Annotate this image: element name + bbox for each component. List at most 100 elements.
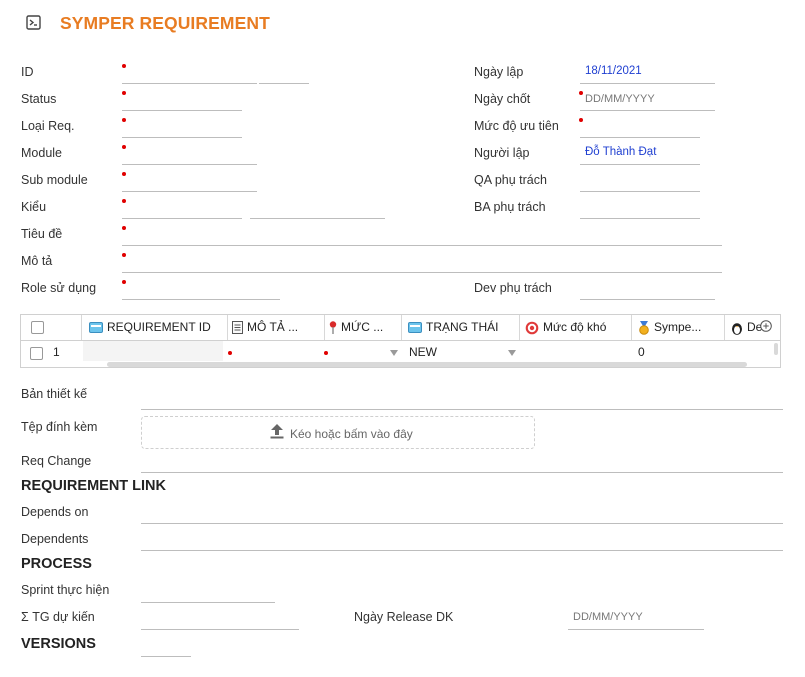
card-icon — [408, 322, 422, 334]
ba-field[interactable] — [580, 218, 700, 219]
chevron-down-icon[interactable] — [508, 350, 516, 356]
type-label: Loại Req. — [21, 119, 75, 133]
required-marker — [122, 226, 126, 230]
column-header-requirement-id[interactable]: REQUIREMENT ID — [89, 315, 225, 340]
closed-date-label: Ngày chốt — [474, 92, 531, 106]
required-marker — [122, 91, 126, 95]
submodule-field[interactable] — [122, 191, 257, 192]
module-field[interactable] — [122, 164, 257, 165]
dependents-field[interactable] — [141, 550, 783, 551]
card-icon — [89, 322, 103, 334]
kind-secondary-field[interactable] — [250, 218, 385, 219]
required-marker — [579, 91, 583, 95]
closed-date-placeholder[interactable]: DD/MM/YYYY — [585, 93, 655, 105]
target-icon — [525, 321, 539, 335]
upload-icon — [270, 424, 284, 439]
qa-label: QA phụ trách — [474, 173, 547, 187]
medal-icon — [639, 320, 649, 335]
required-marker — [324, 351, 328, 355]
description-label: Mô tả — [21, 254, 53, 268]
id-suffix-field[interactable] — [259, 83, 309, 84]
process-heading: PROCESS — [21, 556, 92, 572]
design-label: Bản thiết kế — [21, 387, 88, 401]
add-column-icon[interactable] — [760, 320, 772, 332]
priority-label: Mức độ ưu tiên — [474, 119, 559, 133]
column-header-symper[interactable]: Sympe... — [638, 315, 722, 340]
column-header-description[interactable]: MÔ TẢ ... — [232, 315, 324, 340]
created-date-value[interactable]: 18/11/2021 — [585, 65, 642, 77]
required-marker — [579, 118, 583, 122]
title-label: Tiêu đề — [21, 227, 63, 241]
creator-label: Người lập — [474, 146, 530, 160]
ba-label: BA phụ trách — [474, 200, 546, 214]
id-field[interactable] — [122, 83, 257, 84]
module-label: Module — [21, 146, 62, 160]
pin-icon — [329, 321, 337, 335]
req-change-field[interactable] — [141, 472, 783, 473]
creator-field[interactable] — [580, 164, 700, 165]
page-title: SYMPER REQUIREMENT — [60, 13, 270, 33]
dropzone-text: Kéo hoặc bấm vào đây — [290, 427, 413, 441]
required-marker — [122, 64, 126, 68]
id-label: ID — [21, 65, 34, 79]
requirement-link-heading: REQUIREMENT LINK — [21, 478, 166, 494]
versions-heading: VERSIONS — [21, 636, 96, 652]
note-icon — [232, 321, 243, 335]
release-date-field[interactable] — [568, 629, 704, 630]
priority-field[interactable] — [580, 137, 700, 138]
dependents-label: Dependents — [21, 532, 89, 546]
closed-date-field[interactable] — [580, 110, 715, 111]
status-label: Status — [21, 92, 57, 106]
penguin-icon — [732, 323, 742, 335]
horizontal-scrollbar[interactable] — [107, 362, 747, 367]
depends-on-field[interactable] — [141, 523, 783, 524]
dev-label: Dev phụ trách — [474, 281, 552, 295]
type-field[interactable] — [122, 137, 242, 138]
symper-cell[interactable]: 0 — [638, 341, 645, 363]
role-label: Role sử dụng — [21, 281, 97, 295]
required-marker — [122, 199, 126, 203]
column-header-priority[interactable]: MỨC ... — [329, 315, 401, 340]
status-cell[interactable]: NEW — [409, 341, 437, 363]
row-index: 1 — [53, 345, 60, 359]
description-field[interactable] — [122, 272, 722, 273]
title-field[interactable] — [122, 245, 722, 246]
requirement-id-cell[interactable] — [83, 341, 223, 361]
requirement-table: REQUIREMENT ID MÔ TẢ ... MỨC ... TRẠNG T… — [20, 314, 781, 368]
table-header: REQUIREMENT ID MÔ TẢ ... MỨC ... TRẠNG T… — [21, 315, 780, 341]
created-date-field[interactable] — [580, 83, 715, 84]
qa-field[interactable] — [580, 191, 700, 192]
role-field[interactable] — [122, 299, 280, 300]
attachment-label: Tệp đính kèm — [21, 420, 98, 434]
versions-field[interactable] — [141, 656, 191, 657]
select-all-checkbox[interactable] — [31, 321, 44, 334]
required-marker — [122, 280, 126, 284]
sprint-field[interactable] — [141, 602, 275, 603]
vertical-scrollbar[interactable] — [774, 343, 778, 355]
estimate-field[interactable] — [141, 629, 299, 630]
chevron-down-icon[interactable] — [390, 350, 398, 356]
required-marker — [122, 118, 126, 122]
dev-field[interactable] — [580, 299, 715, 300]
design-field[interactable] — [141, 409, 783, 410]
document-icon — [26, 15, 41, 30]
required-marker — [122, 253, 126, 257]
column-header-status[interactable]: TRẠNG THÁI — [408, 315, 518, 340]
release-date-label: Ngày Release DK — [354, 610, 454, 624]
kind-field[interactable] — [122, 218, 242, 219]
required-marker — [228, 351, 232, 355]
status-field[interactable] — [122, 110, 242, 111]
req-change-label: Req Change — [21, 454, 92, 468]
column-header-difficulty[interactable]: Mức độ khó — [525, 315, 629, 340]
sprint-label: Sprint thực hiện — [21, 583, 110, 597]
required-marker — [122, 145, 126, 149]
submodule-label: Sub module — [21, 173, 88, 187]
required-marker — [122, 172, 126, 176]
creator-value[interactable]: Đỗ Thành Đạt — [585, 146, 656, 158]
row-checkbox[interactable] — [30, 347, 43, 360]
release-date-placeholder[interactable]: DD/MM/YYYY — [573, 611, 643, 623]
attachment-dropzone[interactable]: Kéo hoặc bấm vào đây — [141, 416, 535, 449]
depends-on-label: Depends on — [21, 505, 89, 519]
created-date-label: Ngày lập — [474, 65, 524, 79]
estimate-label: Σ TG dự kiến — [21, 610, 95, 624]
